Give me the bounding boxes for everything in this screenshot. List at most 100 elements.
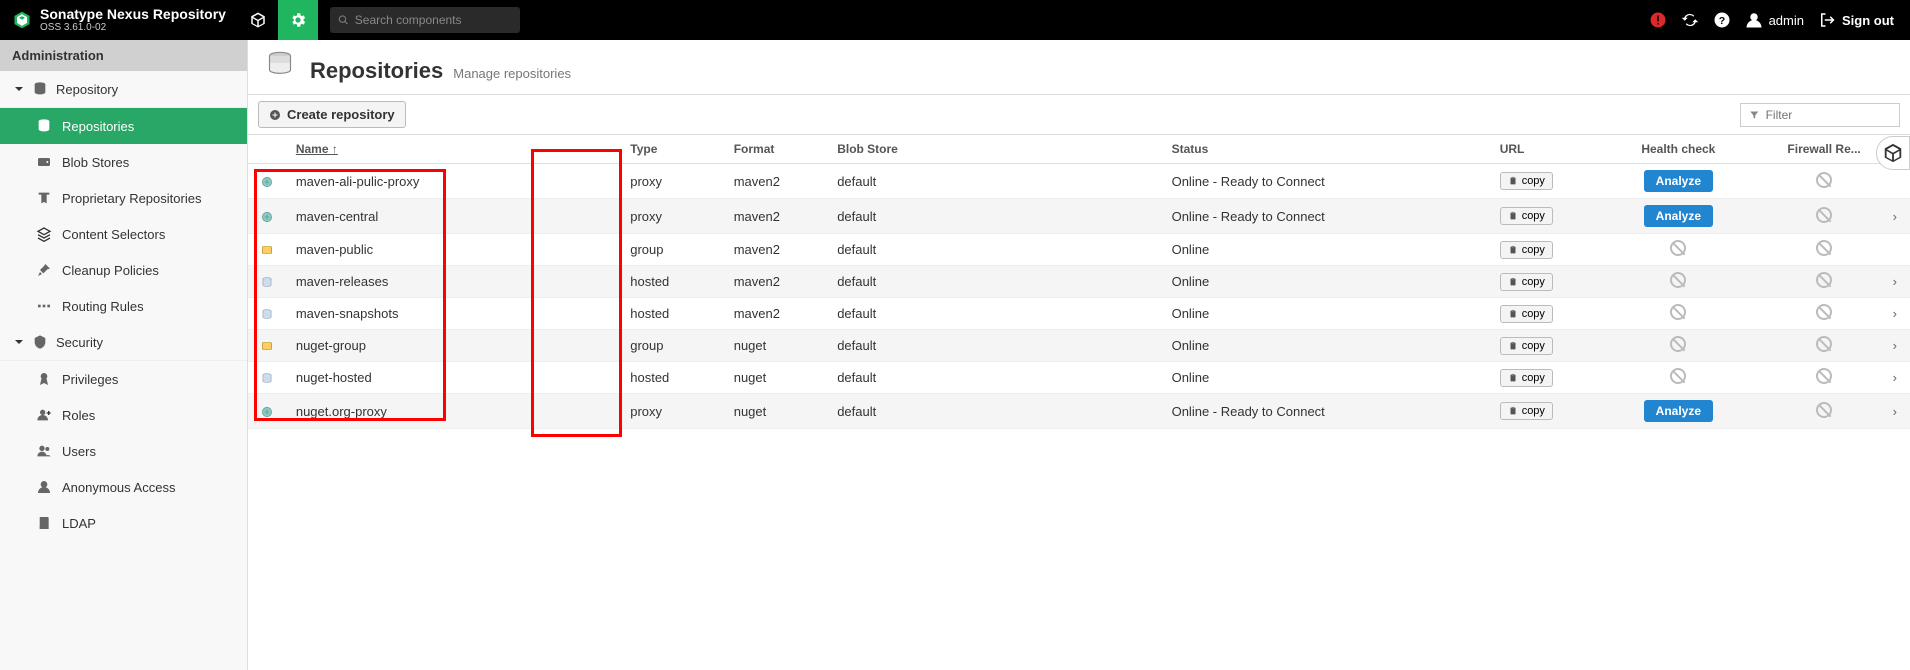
chevron-right-icon[interactable]: › xyxy=(1893,209,1897,224)
sidebar-item-proprietary[interactable]: Proprietary Repositories xyxy=(0,180,247,216)
disabled-icon xyxy=(1816,304,1832,320)
disabled-icon xyxy=(1816,240,1832,256)
firewall-badge[interactable] xyxy=(1876,136,1910,170)
alert-icon[interactable] xyxy=(1649,11,1667,29)
cell-name: nuget-hosted xyxy=(286,362,620,394)
sidebar-group-repository[interactable]: Repository xyxy=(0,71,247,108)
sidebar-item-label: Content Selectors xyxy=(62,227,165,242)
analyze-button[interactable]: Analyze xyxy=(1644,400,1713,422)
cell-type: proxy xyxy=(620,199,723,234)
user-menu[interactable]: admin xyxy=(1745,11,1804,29)
table-row[interactable]: maven-publicgroupmaven2defaultOnlinecopy xyxy=(248,234,1910,266)
signout-button[interactable]: Sign out xyxy=(1818,11,1894,29)
sidebar-item-content-selectors[interactable]: Content Selectors xyxy=(0,216,247,252)
sidebar-item-label: Users xyxy=(62,444,96,459)
cell-type: group xyxy=(620,234,723,266)
col-type[interactable]: Type xyxy=(620,135,723,164)
cell-name: nuget-group xyxy=(286,330,620,362)
analyze-button[interactable]: Analyze xyxy=(1644,205,1713,227)
col-blob[interactable]: Blob Store xyxy=(827,135,1161,164)
chevron-right-icon[interactable]: › xyxy=(1893,338,1897,353)
copy-url-button[interactable]: copy xyxy=(1500,369,1553,387)
chevron-right-icon[interactable]: › xyxy=(1893,274,1897,289)
funnel-icon xyxy=(1749,109,1760,121)
sidebar-item-users[interactable]: Users xyxy=(0,433,247,469)
repo-group-icon xyxy=(260,243,274,257)
col-url[interactable]: URL xyxy=(1490,135,1588,164)
table-row[interactable]: nuget-groupgroupnugetdefaultOnlinecopy› xyxy=(248,330,1910,362)
hdd-icon xyxy=(36,154,52,170)
cell-type: hosted xyxy=(620,298,723,330)
sidebar-item-repositories[interactable]: Repositories xyxy=(0,108,247,144)
help-icon[interactable]: ? xyxy=(1713,11,1731,29)
analyze-button[interactable]: Analyze xyxy=(1644,170,1713,192)
cell-blob: default xyxy=(827,234,1161,266)
cell-status: Online xyxy=(1162,266,1490,298)
cell-status: Online xyxy=(1162,234,1490,266)
disabled-icon xyxy=(1816,336,1832,352)
sidebar-item-routing[interactable]: Routing Rules xyxy=(0,288,247,324)
filter-input[interactable] xyxy=(1766,108,1891,122)
table-row[interactable]: nuget-hostedhostednugetdefaultOnlinecopy… xyxy=(248,362,1910,394)
cell-status: Online xyxy=(1162,298,1490,330)
clipboard-icon xyxy=(1508,341,1518,351)
copy-url-button[interactable]: copy xyxy=(1500,305,1553,323)
cell-format: maven2 xyxy=(724,199,827,234)
disabled-icon xyxy=(1670,336,1686,352)
cell-name: maven-central xyxy=(286,199,620,234)
filter-box[interactable] xyxy=(1740,103,1900,127)
col-firewall[interactable]: Firewall Re... xyxy=(1769,135,1880,164)
copy-url-button[interactable]: copy xyxy=(1500,172,1553,190)
table-row[interactable]: maven-centralproxymaven2defaultOnline - … xyxy=(248,199,1910,234)
browse-button[interactable] xyxy=(238,0,278,40)
repositories-table: Name ↑ Type Format Blob Store Status URL… xyxy=(248,135,1910,429)
table-row[interactable]: maven-ali-pulic-proxyproxymaven2defaultO… xyxy=(248,164,1910,199)
col-name[interactable]: Name ↑ xyxy=(286,135,620,164)
admin-button[interactable] xyxy=(278,0,318,40)
copy-url-button[interactable]: copy xyxy=(1500,241,1553,259)
cell-blob: default xyxy=(827,394,1161,429)
copy-url-button[interactable]: copy xyxy=(1500,337,1553,355)
svg-text:?: ? xyxy=(1718,15,1724,27)
cell-status: Online - Ready to Connect xyxy=(1162,164,1490,199)
cell-format: nuget xyxy=(724,394,827,429)
sidebar-group-security[interactable]: Security xyxy=(0,324,247,361)
sidebar-item-label: LDAP xyxy=(62,516,96,531)
signout-icon xyxy=(1818,11,1836,29)
sidebar-item-blob-stores[interactable]: Blob Stores xyxy=(0,144,247,180)
chevron-right-icon[interactable]: › xyxy=(1893,370,1897,385)
chevron-right-icon[interactable]: › xyxy=(1893,306,1897,321)
sidebar-item-ldap[interactable]: LDAP xyxy=(0,505,247,541)
cell-name: maven-ali-pulic-proxy xyxy=(286,164,620,199)
cell-type: proxy xyxy=(620,164,723,199)
create-repository-button[interactable]: Create repository xyxy=(258,101,406,128)
col-health[interactable]: Health check xyxy=(1588,135,1768,164)
copy-url-button[interactable]: copy xyxy=(1500,402,1553,420)
col-status[interactable]: Status xyxy=(1162,135,1490,164)
refresh-icon[interactable] xyxy=(1681,11,1699,29)
cell-format: maven2 xyxy=(724,266,827,298)
table-row[interactable]: maven-releaseshostedmaven2defaultOnlinec… xyxy=(248,266,1910,298)
sidebar-item-anonymous[interactable]: Anonymous Access xyxy=(0,469,247,505)
disabled-icon xyxy=(1670,272,1686,288)
clipboard-icon xyxy=(1508,309,1518,319)
route-icon xyxy=(36,298,52,314)
cell-blob: default xyxy=(827,362,1161,394)
app-header: Sonatype Nexus Repository OSS 3.61.0-02 … xyxy=(0,0,1910,40)
sidebar-item-privileges[interactable]: Privileges xyxy=(0,361,247,397)
toolbar: Create repository xyxy=(248,94,1910,135)
cell-blob: default xyxy=(827,330,1161,362)
table-row[interactable]: maven-snapshotshostedmaven2defaultOnline… xyxy=(248,298,1910,330)
copy-url-button[interactable]: copy xyxy=(1500,273,1553,291)
disabled-icon xyxy=(1816,402,1832,418)
search-input[interactable] xyxy=(355,13,512,27)
copy-url-button[interactable]: copy xyxy=(1500,207,1553,225)
search-box[interactable] xyxy=(330,7,520,33)
table-row[interactable]: nuget.org-proxyproxynugetdefaultOnline -… xyxy=(248,394,1910,429)
sidebar-item-roles[interactable]: Roles xyxy=(0,397,247,433)
col-format[interactable]: Format xyxy=(724,135,827,164)
sidebar-item-label: Cleanup Policies xyxy=(62,263,159,278)
chevron-right-icon[interactable]: › xyxy=(1893,404,1897,419)
cell-blob: default xyxy=(827,199,1161,234)
sidebar-item-cleanup[interactable]: Cleanup Policies xyxy=(0,252,247,288)
